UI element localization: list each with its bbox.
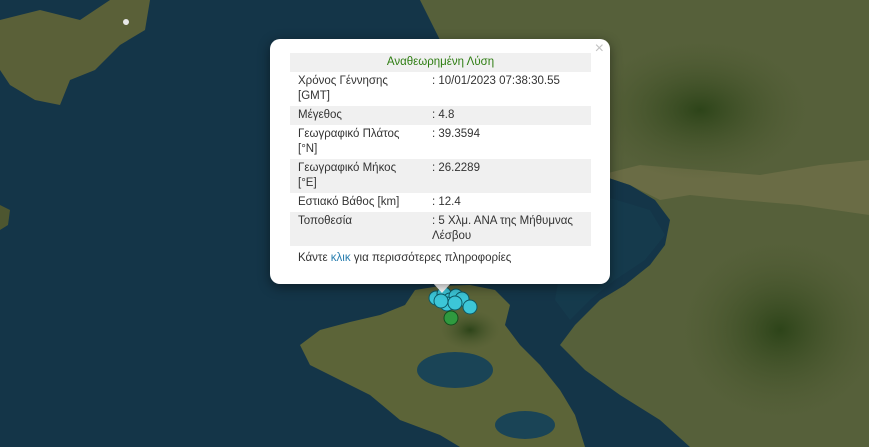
detail-value: : 10/01/2023 07:38:30.55 [432,75,560,87]
earthquake-marker-recent[interactable] [447,295,463,311]
detail-label: Μέγεθος [290,106,424,125]
popup-title-row: Αναθεωρημένη Λύση [290,53,591,72]
detail-row-depth: Εστιακό Βάθος [km] : 12.4 [290,193,591,212]
popup-title: Αναθεωρημένη Λύση [290,53,591,72]
more-suffix: για περισσότερες πληροφορίες [350,252,512,264]
detail-label: Γεωγραφικό Πλάτος [°N] [298,128,400,155]
detail-row-longitude: Γεωγραφικό Μήκος [°E] : 26.2289 [290,159,591,193]
lesvos-gulf [417,352,493,388]
event-details-table: Αναθεωρημένη Λύση Χρόνος Γέννησης [GMT] … [290,53,591,246]
settlement [123,19,129,25]
detail-value: : 26.2289 [424,159,591,193]
close-icon[interactable]: × [595,41,604,57]
earthquake-marker-recent[interactable] [433,293,449,309]
detail-row-latitude: Γεωγραφικό Πλάτος [°N] : 39.3594 [290,125,591,159]
detail-row-time: Χρόνος Γέννησης [GMT] : 10/01/2023 07:38… [290,72,591,106]
detail-value: : 4.8 [424,106,591,125]
detail-label: Τοποθεσία [290,212,424,246]
more-prefix: Κάντε [298,252,331,264]
detail-label: Γεωγραφικό Μήκος [°E] [290,159,424,193]
detail-label: Χρόνος Γέννησης [GMT] [298,75,388,102]
detail-value: : 5 Χλμ. ΑΝΑ της Μήθυμνας Λέσβου [424,212,591,246]
event-popup: × Αναθεωρημένη Λύση Χρόνος Γέννησης [GMT… [270,39,610,284]
detail-value: : 39.3594 [432,128,480,140]
more-info-line: Κάντε κλικ για περισσότερες πληροφορίες [298,252,511,264]
earthquake-marker-recent[interactable] [462,299,478,315]
detail-row-magnitude: Μέγεθος : 4.8 [290,106,591,125]
detail-value: : 12.4 [432,196,461,208]
mountain-shade [590,40,810,180]
lesvos-gulf [495,411,555,439]
more-info-link[interactable]: κλικ [331,252,351,264]
earthquake-marker-older[interactable] [443,310,459,326]
detail-label: Εστιακό Βάθος [km] [298,196,400,208]
detail-row-location: Τοποθεσία : 5 Χλμ. ΑΝΑ της Μήθυμνας Λέσβ… [290,212,591,246]
